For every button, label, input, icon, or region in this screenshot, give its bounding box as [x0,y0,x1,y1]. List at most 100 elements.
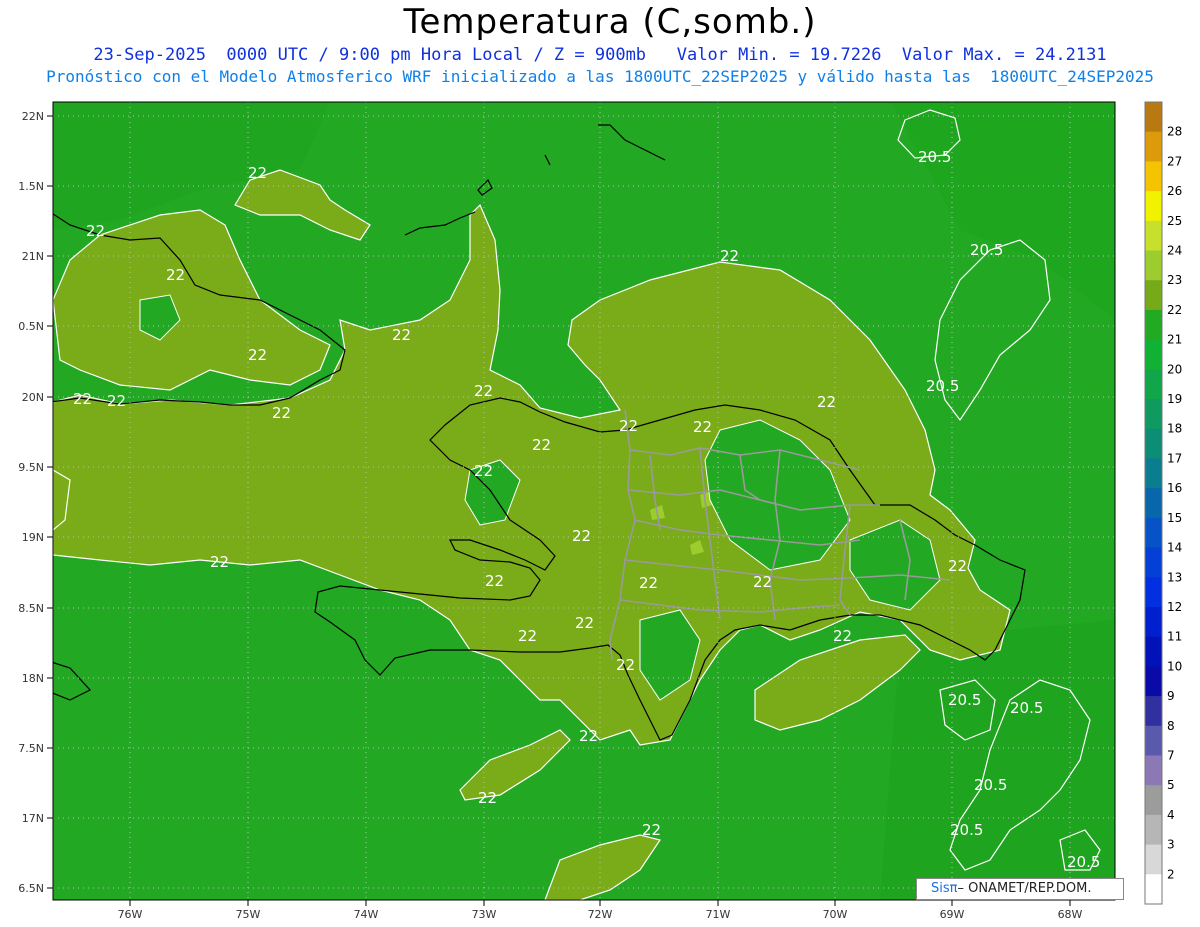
credit-text: – ONAMET/REP.DOM. [957,881,1092,896]
colorbar-label: 14 [1167,541,1182,555]
colorbar-swatch [1145,220,1162,252]
contour-label: 22 [86,222,105,240]
map-title: Temperatura (C,somb.) [403,2,817,42]
colorbar-label: 3 [1167,838,1175,852]
contour-label: 20.5 [974,776,1007,794]
contour-label: 22 [948,557,967,575]
lat-tick-label: 1.5N [18,180,44,193]
colorbar-swatch [1145,488,1162,519]
colorbar-label: 17 [1167,451,1182,465]
colorbar-label: 23 [1167,273,1182,287]
lat-tick-label: 0.5N [18,320,44,333]
credit-box: Sisπ– ONAMET/REP.DOM. [916,878,1124,900]
contour-label: 22 [753,573,772,591]
colorbar-swatch [1145,666,1162,697]
lat-tick-label: 6.5N [18,882,44,895]
colorbar-label: 5 [1167,778,1175,792]
lat-tick-label: 22N [22,110,44,123]
colorbar-label: 8 [1167,719,1175,733]
colorbar-label: 22 [1167,303,1182,317]
colorbar-swatch [1145,161,1162,192]
contour-label: 22 [474,382,493,400]
contour-label: 22 [642,821,661,839]
contour-label: 22 [166,266,185,284]
lat-tick-label: 18N [22,672,44,685]
lat-tick-label: 19N [22,531,44,544]
colorbar-swatch [1145,399,1162,430]
colorbar-label: 9 [1167,689,1175,703]
subtitle-line-1: 23-Sep-2025 0000 UTC / 9:00 pm Hora Loca… [93,45,1107,65]
colorbar-label: 19 [1167,392,1182,406]
contour-label: 20.5 [926,377,959,395]
contour-label: 20.5 [918,148,951,166]
contour-label: 22 [485,572,504,590]
colorbar-label: 16 [1167,481,1182,495]
lon-tick-label: 68W [1058,908,1083,921]
lon-tick-label: 72W [588,908,613,921]
contour-label: 22 [575,614,594,632]
lon-tick-label: 75W [236,908,261,921]
colorbar-label: 2 [1167,867,1175,881]
contour-label: 22 [248,164,267,182]
lat-tick-label: 7.5N [18,742,44,755]
colorbar-label: 13 [1167,570,1182,584]
colorbar-swatch [1145,250,1162,281]
colorbar-label: 15 [1167,511,1182,525]
colorbar-swatch [1145,606,1162,638]
contour-label: 22 [833,627,852,645]
colorbar-swatch [1145,339,1162,370]
lat-tick-label: 8.5N [18,602,44,615]
lon-tick-label: 71W [706,908,731,921]
contour-label: 20.5 [1067,853,1100,871]
contour-label: 20.5 [1010,699,1043,717]
lon-tick-label: 76W [118,908,143,921]
subtitle-line-2: Pronóstico con el Modelo Atmosferico WRF… [46,67,1154,86]
lon-tick-label: 73W [472,908,497,921]
contour-label: 22 [619,417,638,435]
longitude-axis: 76W 75W 74W 73W 72W 71W 70W 69W 68W [118,900,1083,921]
colorbar-swatch [1145,577,1162,608]
lon-tick-label: 69W [940,908,965,921]
colorbar-label: 11 [1167,630,1182,644]
colorbar-swatch [1145,785,1162,816]
contour-label: 22 [817,393,836,411]
colorbar-label: 25 [1167,214,1182,228]
lon-tick-label: 70W [823,908,848,921]
colorbar: 2827262524232221201918171615141312111098… [1144,101,1182,905]
colorbar-swatch [1145,280,1162,311]
contour-label: 22 [272,404,291,422]
contour-label: 22 [474,462,493,480]
colorbar-label: 28 [1167,125,1182,139]
colorbar-label: 24 [1167,244,1182,258]
lat-tick-label: 20N [22,391,44,404]
lon-tick-label: 74W [354,908,379,921]
colorbar-swatch [1145,874,1162,905]
contour-label: 22 [478,789,497,807]
colorbar-label: 10 [1167,659,1182,673]
contour-label: 22 [518,627,537,645]
colorbar-label: 18 [1167,422,1182,436]
contour-label: 20.5 [970,241,1003,259]
colorbar-swatch [1145,458,1162,489]
contour-label: 22 [616,656,635,674]
contour-label: 22 [572,527,591,545]
colorbar-label: 12 [1167,600,1182,614]
colorbar-swatch [1145,517,1162,549]
contour-label: 20.5 [948,691,981,709]
colorbar-swatch [1145,369,1162,400]
colorbar-swatch [1145,102,1162,133]
colorbar-swatch [1145,844,1162,875]
contour-label: 22 [248,346,267,364]
lat-tick-label: 9.5N [18,461,44,474]
sispi-logo: Sisπ [931,881,958,896]
lat-tick-label: 21N [22,250,44,263]
contour-label: 22 [720,247,739,265]
colorbar-label: 26 [1167,184,1182,198]
colorbar-swatch [1145,725,1162,756]
contour-label: 22 [392,326,411,344]
temperature-map: 22 22 22 22 22 22 22 22 22 22 22 22 22 2… [18,101,1182,921]
colorbar-swatch [1145,428,1162,459]
lat-tick-label: 17N [22,812,44,825]
colorbar-swatch [1145,191,1162,222]
contour-label: 22 [532,436,551,454]
